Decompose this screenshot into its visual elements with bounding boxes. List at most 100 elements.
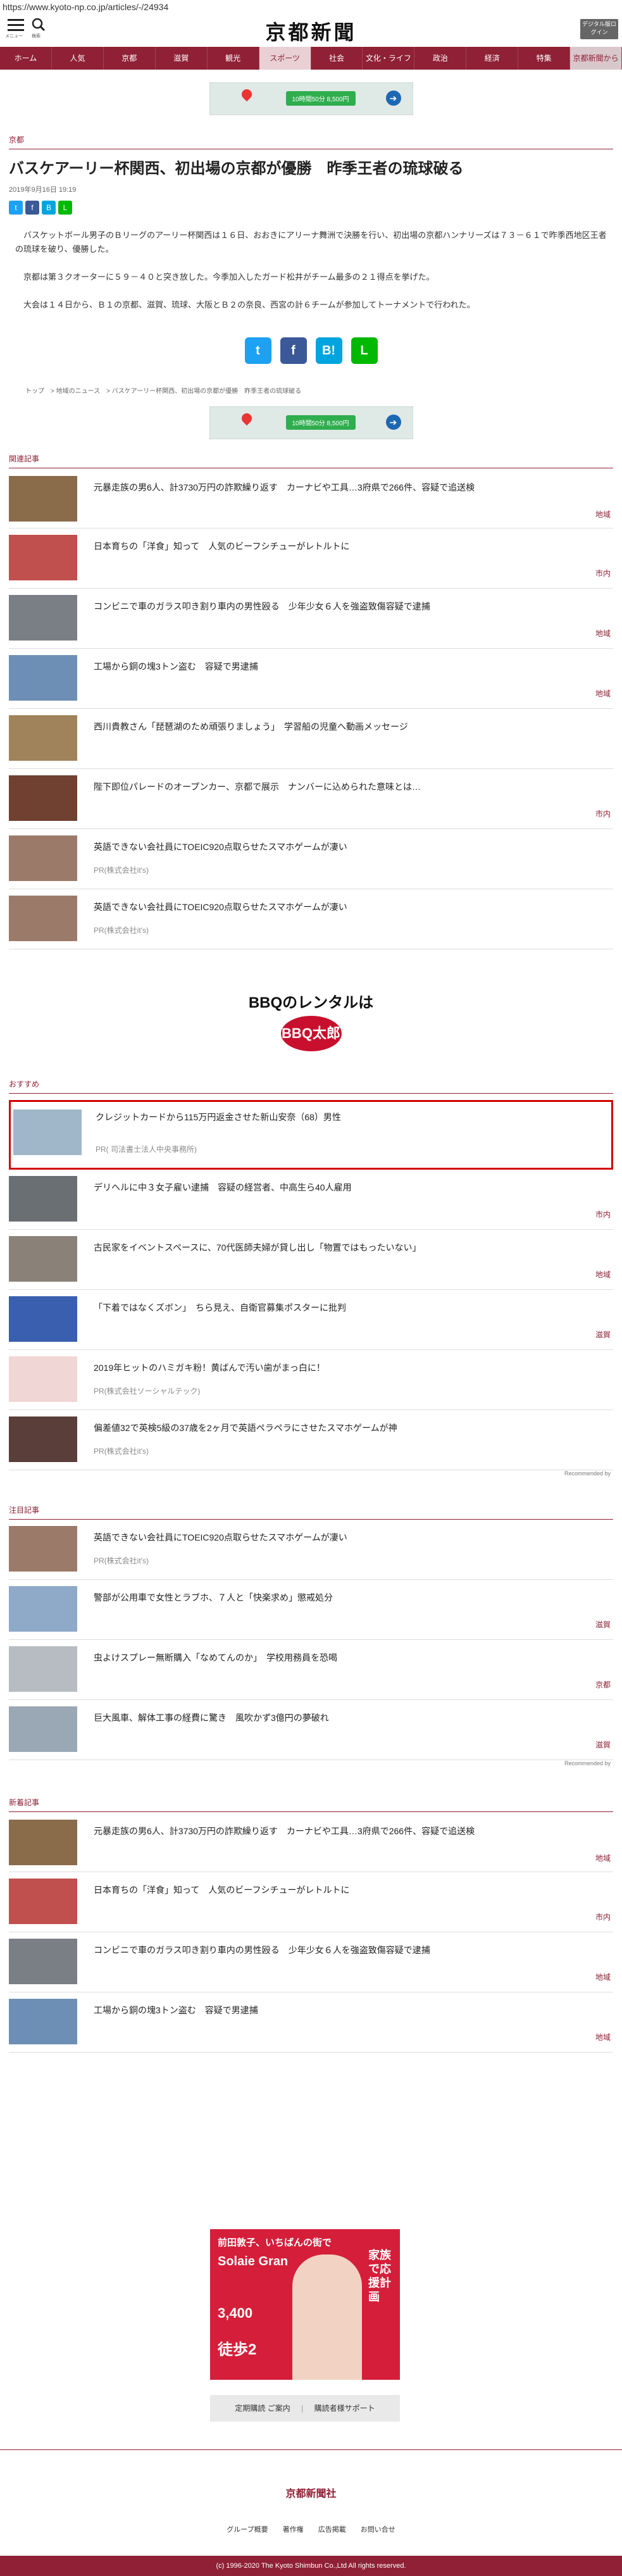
list-item[interactable]: コンビニで車のガラス叩き割り車内の男性殴る 少年少女６人を強盗致傷容疑で逮捕 地域 <box>9 589 613 649</box>
list-item[interactable]: 陛下即位パレードのオープンカー、京都で展示 ナンバーに込められた意味とは… 市内 <box>9 769 613 829</box>
item-title[interactable]: 日本育ちの「洋食」知って 人気のビーフシチューがレトルトに <box>94 540 349 553</box>
item-title[interactable]: 元暴走族の男6人、計3730万円の詐欺繰り返す カーナビや工具…3府県で266件… <box>94 481 475 494</box>
facebook-icon[interactable]: f <box>280 337 307 364</box>
article-paragraph: バスケットボール男子のＢリーグのアーリー杯関西は１６日、おおきにアリーナ舞洲で決… <box>15 230 607 254</box>
list-item[interactable]: 警部が公用車で女性とラブホ、７人と「快楽求め」懲戒処分 滋賀 <box>9 1580 613 1640</box>
list-item[interactable]: 古民家をイベントスペースに、70代医師夫婦が貸し出し「物置ではもったいない」 地域 <box>9 1230 613 1290</box>
item-category: 市内 <box>595 1210 611 1219</box>
list-item[interactable]: 巨大風車、解体工事の経費に驚き 風吹かず3億円の夢破れ 滋賀 <box>9 1700 613 1760</box>
footer-logo[interactable]: 京都新聞社 <box>0 2485 622 2500</box>
item-title[interactable]: 偏差値32で英検5級の37歳を2ヶ月で英語ペラペラにさせたスマホゲームが神 <box>94 1422 397 1434</box>
article-section[interactable]: 京都 <box>9 134 622 145</box>
thumbnail <box>9 1176 77 1222</box>
list-item[interactable]: 工場から銅の塊3トン盗む 容疑で男逮捕 地域 <box>9 1992 613 2053</box>
list-item[interactable]: 日本育ちの「洋食」知って 人気のビーフシチューがレトルトに市内 <box>9 528 613 589</box>
item-category: 滋賀 <box>595 1330 611 1339</box>
list-item[interactable]: 日本育ちの「洋食」知って 人気のビーフシチューがレトルトに 市内 <box>9 1872 613 1932</box>
list-item[interactable]: デリヘルに中３女子雇い逮捕 容疑の経営者、中高生ら40人雇用市内 <box>9 1170 613 1230</box>
item-title[interactable]: 日本育ちの「洋食」知って 人気のビーフシチューがレトルトに <box>94 1884 349 1896</box>
nav-item-society[interactable]: 社会 <box>311 47 363 70</box>
list-item[interactable]: 元暴走族の男6人、計3730万円の詐欺繰り返す カーナビや工具…3府県で266件… <box>9 1812 613 1872</box>
thumbnail <box>9 476 77 522</box>
nav-item-from-kyoto[interactable]: 京都新聞から <box>570 47 622 70</box>
bbq-ad[interactable]: BBQのレンタルは BBQ太郎 <box>248 971 375 1060</box>
breadcrumb-item[interactable]: 地域のニュース <box>56 388 101 395</box>
support-link[interactable]: 購読者様サポート <box>314 2404 375 2413</box>
item-title[interactable]: 警部が公用車で女性とラブホ、７人と「快楽求め」懲戒処分 <box>94 1591 333 1604</box>
list-item[interactable]: 元暴走族の男6人、計3730万円の詐欺繰り返す カーナビや工具…3府県で266件… <box>9 468 613 528</box>
nav-item-feature[interactable]: 特集 <box>518 47 571 70</box>
footer-link[interactable]: グループ概要 <box>227 2526 268 2534</box>
item-category: 市内 <box>595 569 611 578</box>
article-title: バスケアーリー杯関西、初出場の京都が優勝 昨季王者の琉球破る <box>9 160 464 177</box>
nav-item-economy[interactable]: 経済 <box>466 47 519 70</box>
ad-product: Solaie Gran <box>218 2254 289 2268</box>
line-icon[interactable]: L <box>351 337 378 364</box>
nav-item-home[interactable]: ホーム <box>0 47 52 70</box>
nav-item-culture[interactable]: 文化・ライフ <box>363 47 415 70</box>
item-title[interactable]: 虫よけスプレー無断購入「なめてんのか」 学校用務員を恐喝 <box>94 1651 337 1664</box>
list-item[interactable]: 西川貴教さん「琵琶湖のため頑張りましょう」 学習船の児童へ動画メッセージ <box>9 709 613 769</box>
recommend-credit[interactable]: Recommended by <box>564 1470 611 1477</box>
item-title[interactable]: 2019年ヒットのハミガキ粉！黄ばんで汚い歯がまっ白に！ <box>94 1361 325 1374</box>
nav-item-tourism[interactable]: 観光 <box>208 47 259 70</box>
facebook-icon[interactable]: f <box>25 201 39 215</box>
item-pr: PR( 司法書士法人中央事務所) <box>96 1145 197 1154</box>
item-title[interactable]: 陛下即位パレードのオープンカー、京都で展示 ナンバーに込められた意味とは… <box>94 780 421 793</box>
digital-login-button[interactable]: デジタル版ログイン <box>580 19 618 39</box>
item-title[interactable]: デリヘルに中３女子雇い逮捕 容疑の経営者、中高生ら40人雇用 <box>94 1181 352 1194</box>
list-item[interactable]: 工場から銅の塊3トン盗む 容疑で男逮捕 地域 <box>9 649 613 709</box>
banner-ad-top[interactable]: 10時間50分 8,500円 ➔ <box>209 82 413 115</box>
footer-link[interactable]: 著作権 <box>283 2526 304 2534</box>
item-title[interactable]: 元暴走族の男6人、計3730万円の詐欺繰り返す カーナビや工具…3府県で266件… <box>94 1825 475 1837</box>
item-title[interactable]: コンビニで車のガラス叩き割り車内の男性殴る 少年少女６人を強盗致傷容疑で逮捕 <box>94 1944 430 1956</box>
list-item[interactable]: 偏差値32で英検5級の37歳を2ヶ月で英語ペラペラにさせたスマホゲームが神 PR(… <box>9 1410 613 1470</box>
hatena-icon[interactable]: B <box>42 201 56 215</box>
url-bar[interactable]: https://www.kyoto-np.co.jp/articles/-/24… <box>0 0 622 14</box>
twitter-icon[interactable]: t <box>9 201 23 215</box>
list-item[interactable]: 2019年ヒットのハミガキ粉！黄ばんで汚い歯がまっ白に！ PR(株式会社ソーシャル… <box>9 1350 613 1410</box>
banner-ad-mid[interactable]: 10時間50分 8,500円 ➔ <box>209 406 413 439</box>
footer-link[interactable]: 広告掲載 <box>318 2526 346 2534</box>
item-title[interactable]: コンビニで車のガラス叩き割り車内の男性殴る 少年少女６人を強盗致傷容疑で逮捕 <box>94 600 430 613</box>
item-title[interactable]: 英語できない会社員にTOEIC920点取らせたスマホゲームが凄い <box>94 901 347 913</box>
line-icon[interactable]: L <box>58 201 72 215</box>
list-item[interactable]: 「下着ではなくズボン」 ちら見え、自衛官募集ポスターに批判滋賀 <box>9 1290 613 1350</box>
item-title[interactable]: 工場から銅の塊3トン盗む 容疑で男逮捕 <box>94 660 258 673</box>
nav-item-popular[interactable]: 人気 <box>52 47 104 70</box>
list-item[interactable]: 英語できない会社員にTOEIC920点取らせたスマホゲームが凄い PR(株式会社i… <box>9 1520 613 1580</box>
bottom-ad[interactable]: 前田敦子、いちばんの街で Solaie Gran 3,400 徒歩2 家族で応援… <box>210 2229 400 2380</box>
nav-item-politics[interactable]: 政治 <box>414 47 467 70</box>
item-title[interactable]: 巨大風車、解体工事の経費に驚き 風吹かず3億円の夢破れ <box>94 1711 329 1724</box>
breadcrumb-item[interactable]: トップ <box>25 388 44 395</box>
footer-link[interactable]: お問い合せ <box>361 2526 395 2534</box>
list-item[interactable]: 英語できない会社員にTOEIC920点取らせたスマホゲームが凄い PR(株式会社i… <box>9 889 613 949</box>
item-title[interactable]: 「下着ではなくズボン」 ちら見え、自衛官募集ポスターに批判 <box>94 1301 346 1314</box>
breadcrumb: トップ > 地域のニュース > バスケアーリー杯関西、初出場の京都が優勝 昨季王者の… <box>25 388 302 395</box>
nav-item-sports[interactable]: スポーツ <box>259 47 311 70</box>
article-date: 2019年9月16日 19:19 <box>9 186 77 194</box>
twitter-icon[interactable]: t <box>244 337 271 364</box>
subscribe-link[interactable]: 定期購読 ご案内 <box>235 2404 290 2413</box>
list-item[interactable]: 虫よけスプレー無断購入「なめてんのか」 学校用務員を恐喝 京都 <box>9 1640 613 1700</box>
divider <box>0 2449 622 2450</box>
attention-credit[interactable]: Recommended by <box>564 1760 611 1766</box>
thumbnail <box>9 1416 77 1462</box>
item-title[interactable]: 英語できない会社員にTOEIC920点取らせたスマホゲームが凄い <box>94 841 347 853</box>
list-item[interactable]: クレジットカードから115万円返金させた新山安奈（68）男性 PR( 司法書士法人… <box>9 1100 613 1170</box>
item-title[interactable]: 古民家をイベントスペースに、70代医師夫婦が貸し出し「物置ではもったいない」 <box>94 1241 421 1254</box>
thumbnail <box>9 1526 77 1572</box>
item-title[interactable]: クレジットカードから115万円返金させた新山安奈（68）男性 <box>96 1111 341 1123</box>
site-logo[interactable]: 京都新聞 <box>0 16 622 46</box>
nav-item-kyoto[interactable]: 京都 <box>104 47 156 70</box>
list-item[interactable]: コンビニで車のガラス叩き割り車内の男性殴る 少年少女６人を強盗致傷容疑で逮捕 地域 <box>9 1932 613 1992</box>
list-item[interactable]: 英語できない会社員にTOEIC920点取らせたスマホゲームが凄い PR(株式会社i… <box>9 829 613 889</box>
attention-heading: 注目記事 <box>9 1506 40 1515</box>
item-title[interactable]: 西川貴教さん「琵琶湖のため頑張りましょう」 学習船の児童へ動画メッセージ <box>94 720 408 733</box>
article-paragraph: 京都は第３クオーターに５９－４０と突き放した。今季加入したガード松井がチーム最多… <box>15 272 435 282</box>
item-title[interactable]: 英語できない会社員にTOEIC920点取らせたスマホゲームが凄い <box>94 1531 347 1544</box>
related-list: 元暴走族の男6人、計3730万円の詐欺繰り返す カーナビや工具…3府県で266件… <box>9 468 613 949</box>
nav-item-shiga[interactable]: 滋賀 <box>156 47 208 70</box>
hatena-icon[interactable]: B! <box>315 337 342 364</box>
item-title[interactable]: 工場から銅の塊3トン盗む 容疑で男逮捕 <box>94 2004 258 2016</box>
